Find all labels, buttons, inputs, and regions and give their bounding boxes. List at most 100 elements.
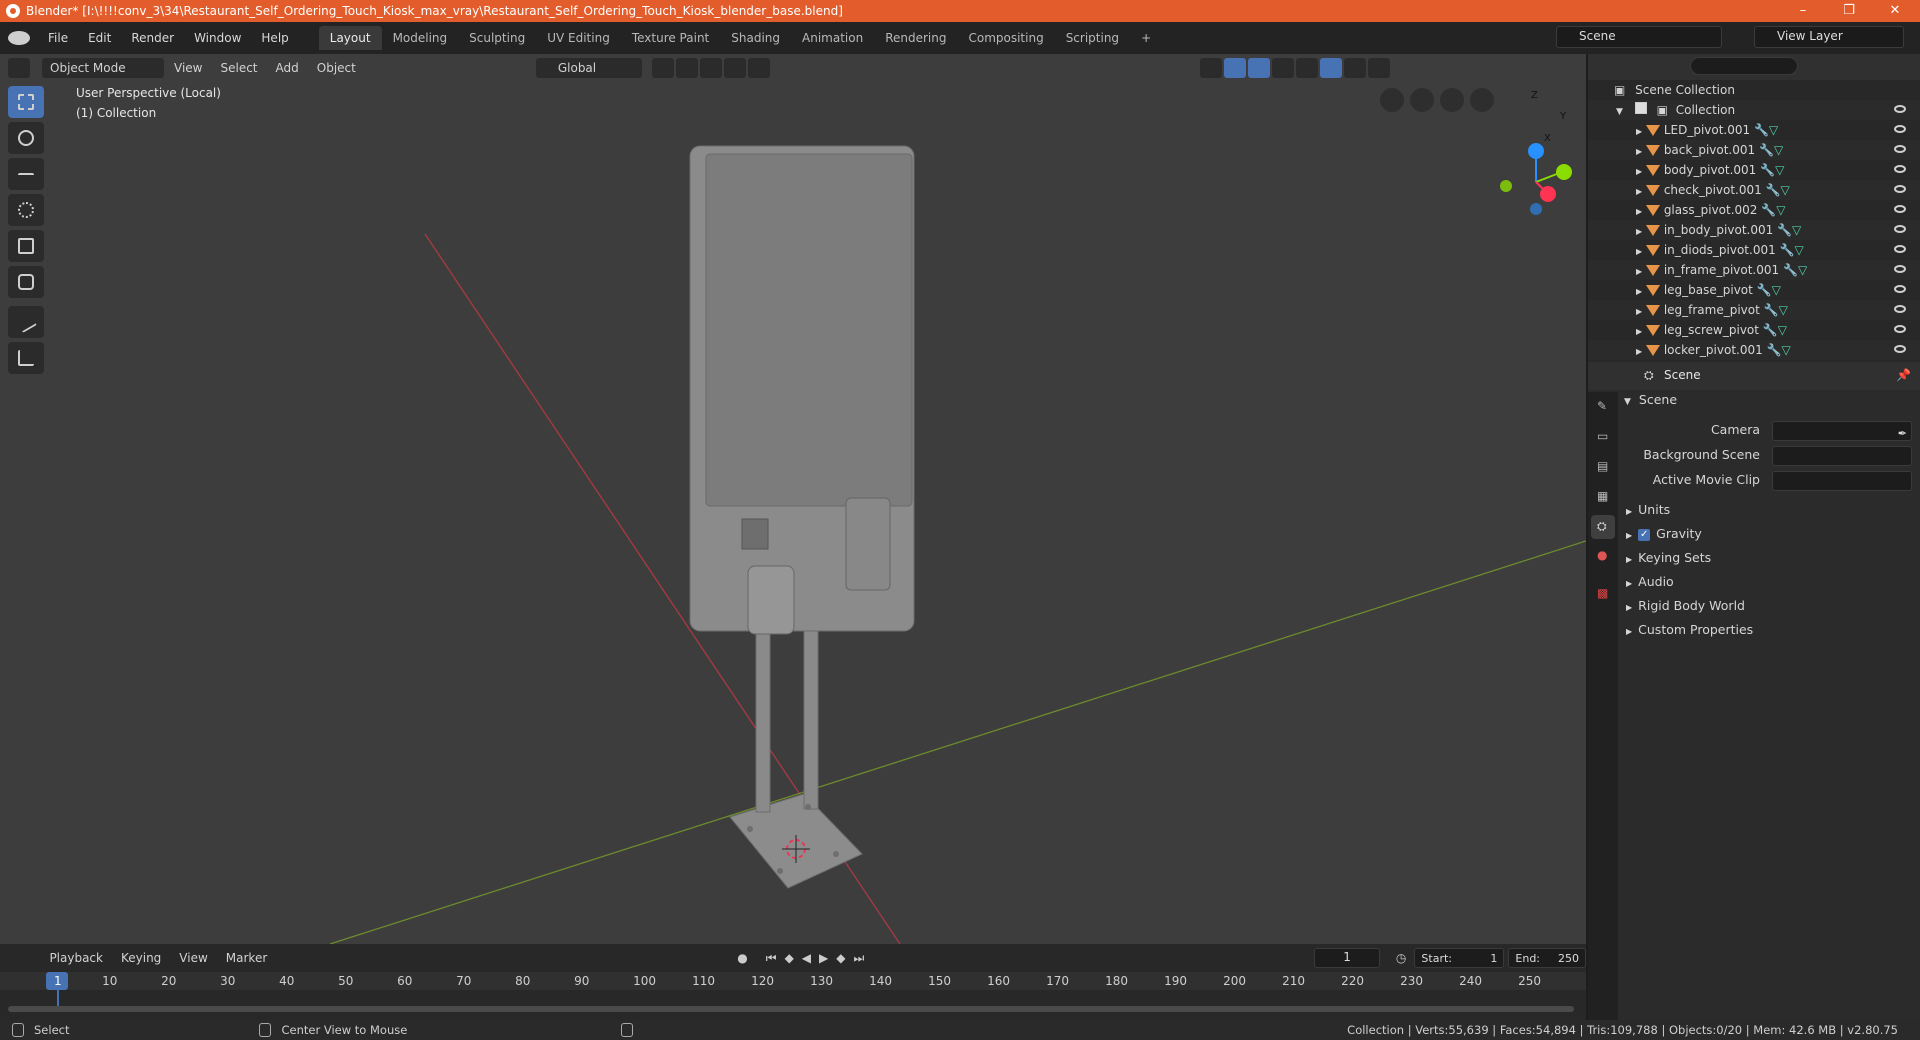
output-tab-icon[interactable]: ▤ bbox=[1591, 455, 1615, 479]
view-layer-tab-icon[interactable]: ▦ bbox=[1591, 485, 1615, 509]
eye-icon[interactable] bbox=[1894, 145, 1906, 153]
eye-icon[interactable] bbox=[1894, 285, 1906, 293]
3d-viewport[interactable]: Z Y X User Perspective (Local) (1) Colle… bbox=[0, 54, 1586, 944]
proportional-edit-icon[interactable] bbox=[723, 58, 746, 78]
mesh-data-icon[interactable]: ▽ bbox=[1795, 243, 1804, 257]
menu-render[interactable]: Render bbox=[121, 22, 184, 54]
camera-field[interactable]: ✒ bbox=[1772, 421, 1912, 441]
tree-row-object[interactable]: ▶ in_diods_pivot.001 🔧▽ bbox=[1588, 240, 1920, 260]
menu-window[interactable]: Window bbox=[184, 22, 251, 54]
menu-object[interactable]: Object bbox=[309, 58, 364, 78]
rendered-shading-icon[interactable] bbox=[1367, 58, 1390, 78]
tree-row-object[interactable]: ▶ leg_frame_pivot 🔧▽ bbox=[1588, 300, 1920, 320]
mesh-data-icon[interactable]: ▽ bbox=[1782, 343, 1791, 357]
eye-icon[interactable] bbox=[1894, 185, 1906, 193]
tree-row-object[interactable]: ▶ leg_screw_pivot 🔧▽ bbox=[1588, 320, 1920, 340]
modifier-icon[interactable]: 🔧 bbox=[1757, 283, 1772, 297]
menu-add[interactable]: Add bbox=[268, 58, 307, 78]
background-scene-field[interactable] bbox=[1772, 446, 1912, 466]
world-tab-icon[interactable]: ● bbox=[1591, 545, 1615, 569]
active-movie-clip-field[interactable] bbox=[1772, 471, 1912, 491]
timeline-scrollbar[interactable] bbox=[8, 1006, 1574, 1012]
pan-hand-icon[interactable] bbox=[1440, 88, 1464, 112]
zoom-icon[interactable] bbox=[1470, 88, 1494, 112]
pin-icon[interactable]: 📌 bbox=[1896, 368, 1911, 382]
cursor-tool[interactable] bbox=[8, 122, 44, 154]
tree-row-collection[interactable]: ▼ ▣ Collection bbox=[1588, 100, 1920, 120]
tree-row-object[interactable]: ▶ body_pivot.001 🔧▽ bbox=[1588, 160, 1920, 180]
units-panel[interactable]: ▶ Units bbox=[1620, 498, 1920, 522]
annotate-tool[interactable] bbox=[8, 306, 44, 338]
solid-shading-icon[interactable] bbox=[1319, 58, 1342, 78]
object-mode-dropdown[interactable]: Object Mode bbox=[42, 58, 164, 78]
play-icon[interactable]: ▶ bbox=[819, 951, 828, 965]
view-layer-selector[interactable]: View Layer bbox=[1754, 26, 1904, 48]
snap-icon[interactable] bbox=[675, 58, 698, 78]
mesh-data-icon[interactable]: ▽ bbox=[1776, 203, 1785, 217]
eye-icon[interactable] bbox=[1894, 305, 1906, 313]
tree-row-object[interactable]: ▶ glass_pivot.002 🔧▽ bbox=[1588, 200, 1920, 220]
custom-properties-panel[interactable]: ▶ Custom Properties bbox=[1620, 618, 1920, 642]
jump-start-icon[interactable]: ⏮ bbox=[766, 951, 777, 966]
minimize-button[interactable]: – bbox=[1780, 0, 1826, 22]
camera-view-icon[interactable] bbox=[1410, 88, 1434, 112]
tool-tab-icon[interactable]: ✎ bbox=[1591, 395, 1615, 419]
transform-orientation-dropdown[interactable]: Global bbox=[535, 58, 642, 78]
tree-row-object[interactable]: ▶ in_body_pivot.001 🔧▽ bbox=[1588, 220, 1920, 240]
menu-help[interactable]: Help bbox=[251, 22, 298, 54]
jump-end-icon[interactable]: ⏭ bbox=[854, 951, 865, 966]
measure-tool[interactable] bbox=[8, 342, 44, 374]
expand-chevron-icon[interactable]: ▶ bbox=[1626, 507, 1632, 516]
menu-file[interactable]: File bbox=[38, 22, 78, 54]
next-keyframe-icon[interactable]: ◆ bbox=[836, 951, 845, 965]
expand-chevron-icon[interactable]: ▶ bbox=[1626, 603, 1632, 612]
mesh-data-icon[interactable]: ▽ bbox=[1772, 283, 1781, 297]
snap-target-icon[interactable] bbox=[699, 58, 722, 78]
tree-row-object[interactable]: ▶ check_pivot.001 🔧▽ bbox=[1588, 180, 1920, 200]
tab-compositing[interactable]: Compositing bbox=[957, 26, 1054, 50]
eye-icon[interactable] bbox=[1894, 165, 1906, 173]
eye-icon[interactable] bbox=[1894, 105, 1906, 113]
menu-keying[interactable]: Keying bbox=[113, 948, 169, 968]
transform-tool[interactable] bbox=[8, 266, 44, 298]
expand-chevron-icon[interactable]: ▶ bbox=[1626, 555, 1632, 564]
expand-chevron-icon[interactable]: ▶ bbox=[1626, 627, 1632, 636]
outliner-search-input[interactable] bbox=[1690, 57, 1798, 75]
end-frame-field[interactable]: End: 250 bbox=[1508, 948, 1586, 968]
modifier-icon[interactable]: 🔧 bbox=[1766, 183, 1781, 197]
expand-chevron-icon[interactable]: ▼ bbox=[1616, 107, 1623, 117]
tree-row-object[interactable]: ▶ in_frame_pivot.001 🔧▽ bbox=[1588, 260, 1920, 280]
wireframe-shading-icon[interactable] bbox=[1295, 58, 1318, 78]
scene-panel-header[interactable]: ▼ Scene bbox=[1620, 388, 1920, 412]
mesh-data-icon[interactable]: ▽ bbox=[1792, 223, 1801, 237]
expand-chevron-icon[interactable]: ▼ bbox=[1624, 397, 1631, 407]
render-tab-icon[interactable]: ▭ bbox=[1591, 425, 1615, 449]
mesh-data-icon[interactable]: ▽ bbox=[1774, 143, 1783, 157]
gravity-checkbox[interactable]: ✓ bbox=[1638, 528, 1651, 541]
expand-chevron-icon[interactable]: ▶ bbox=[1626, 579, 1632, 588]
tab-texture-paint[interactable]: Texture Paint bbox=[621, 26, 720, 50]
mesh-data-icon[interactable]: ▽ bbox=[1775, 163, 1784, 177]
tab-animation[interactable]: Animation bbox=[791, 26, 874, 50]
mesh-data-icon[interactable]: ▽ bbox=[1779, 303, 1788, 317]
clock-icon[interactable]: ◷ bbox=[1396, 951, 1406, 965]
maximize-button[interactable]: ❐ bbox=[1826, 0, 1872, 22]
tab-rendering[interactable]: Rendering bbox=[874, 26, 957, 50]
eye-icon[interactable] bbox=[1894, 125, 1906, 133]
eye-icon[interactable] bbox=[1894, 245, 1906, 253]
modifier-icon[interactable]: 🔧 bbox=[1760, 163, 1775, 177]
falloff-icon[interactable] bbox=[747, 58, 770, 78]
collection-checkbox[interactable] bbox=[1634, 102, 1647, 114]
overlay-toggle-icon[interactable] bbox=[1247, 58, 1270, 78]
tree-row-object[interactable]: ▶ locker_pivot.001 🔧▽ bbox=[1588, 340, 1920, 360]
timeline-editor-type-icon[interactable] bbox=[8, 948, 28, 968]
mesh-data-icon[interactable]: ▽ bbox=[1798, 263, 1807, 277]
gizmo-x-label[interactable]: X bbox=[1544, 133, 1551, 144]
tab-layout[interactable]: Layout bbox=[318, 26, 382, 50]
tree-row-scene-collection[interactable]: ▣ Scene Collection bbox=[1588, 80, 1920, 100]
menu-view[interactable]: View bbox=[166, 58, 210, 78]
blender-menu-icon[interactable] bbox=[8, 31, 30, 45]
tab-modeling[interactable]: Modeling bbox=[382, 26, 459, 50]
editor-type-icon[interactable] bbox=[8, 58, 30, 78]
audio-panel[interactable]: ▶ Audio bbox=[1620, 570, 1920, 594]
